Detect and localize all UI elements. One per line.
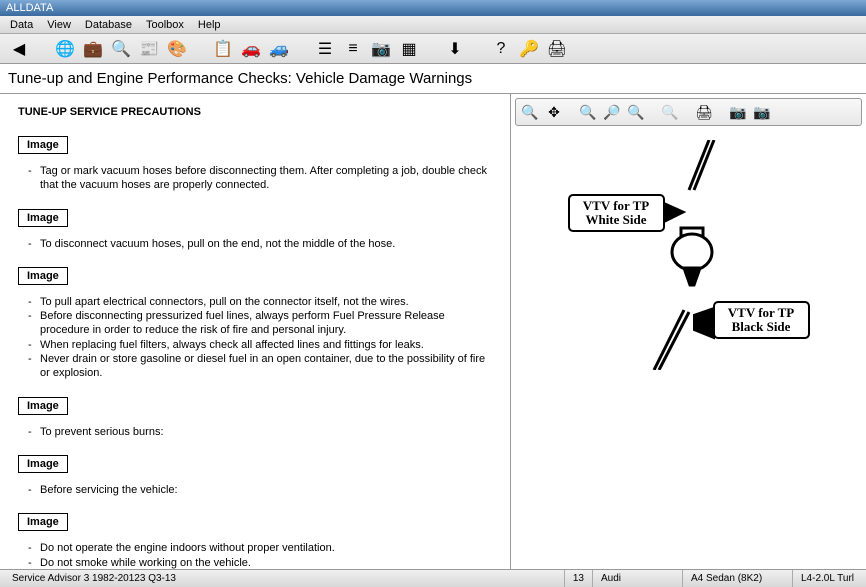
list-item: Do not smoke while working on the vehicl… [28,556,492,569]
image-button-3[interactable]: Image [18,267,68,285]
print-image-icon[interactable]: 🖨 [694,102,714,122]
list-item: Before disconnecting pressurized fuel li… [28,309,492,338]
globe-icon[interactable]: 🌐 [54,38,76,60]
content-panel: TUNE-UP SERVICE PRECAUTIONS Image Tag or… [0,94,511,569]
list-item: When replacing fuel filters, always chec… [28,338,492,352]
camera1-icon[interactable]: 📷 [728,102,748,122]
paint-icon[interactable]: 🎨 [166,38,188,60]
key-icon[interactable]: 🔑 [518,38,540,60]
lines-icon[interactable]: ≡ [342,38,364,60]
list-item: Do not operate the engine indoors withou… [28,541,492,555]
menu-bar: Data View Database Toolbox Help [0,16,866,34]
image-button-2[interactable]: Image [18,209,68,227]
menu-data[interactable]: Data [4,18,39,32]
list-item: To disconnect vacuum hoses, pull on the … [28,237,492,251]
zoom-tool-icon[interactable]: 🔍 [578,102,598,122]
vtv-diagram: VTV for TPWhite Side VTV for TPBlack Sid… [559,140,819,370]
image-button-6[interactable]: Image [18,513,68,531]
list-item: To pull apart electrical connectors, pul… [28,295,492,309]
zoom-area-icon[interactable]: 🔎 [602,102,622,122]
image-panel: 🔍 ✥ 🔍 🔎 🔍 🔍 🖨 📷 📷 [511,94,866,569]
status-version: Service Advisor 3 1982-20123 Q3-13 [4,570,184,587]
back-icon[interactable]: ◀ [8,38,30,60]
new-car-icon[interactable]: 🚗 [240,38,262,60]
diagram-label-bottom: VTV for TPBlack Side [727,305,794,334]
status-bar: Service Advisor 3 1982-20123 Q3-13 13 Au… [0,569,866,587]
list-item: To prevent serious burns: [28,425,492,439]
list-icon[interactable]: ☰ [314,38,336,60]
camera-icon[interactable]: 📷 [370,38,392,60]
heading-text: Tune-up and Engine Performance Checks: V… [8,70,472,87]
status-model: A4 Sedan (8K2) [682,570,792,587]
menu-help[interactable]: Help [192,18,227,32]
status-engine: L4-2.0L Turl [792,570,862,587]
help-icon[interactable]: ? [490,38,512,60]
menu-view[interactable]: View [41,18,77,32]
status-page: 13 [564,570,592,587]
zoom-in-icon[interactable]: 🔍 [520,102,540,122]
image-button-4[interactable]: Image [18,397,68,415]
image-toolbar: 🔍 ✥ 🔍 🔎 🔍 🔍 🖨 📷 📷 [515,98,862,126]
window-titlebar: ALLDATA [0,0,866,16]
camera2-icon[interactable]: 📷 [752,102,772,122]
clipboard-icon[interactable]: 📋 [212,38,234,60]
diagram-area: VTV for TPWhite Side VTV for TPBlack Sid… [511,130,866,569]
page-heading: Tune-up and Engine Performance Checks: V… [0,64,866,94]
download-icon[interactable]: ⬇ [444,38,466,60]
main-toolbar: ◀ 🌐 💼 🔍 📰 🎨 📋 🚗 🚙 ☰ ≡ 📷 ▦ ⬇ ? 🔑 🖨 [0,34,866,64]
car-icon[interactable]: 🚙 [268,38,290,60]
image-button-1[interactable]: Image [18,136,68,154]
status-make: Audi [592,570,682,587]
menu-toolbox[interactable]: Toolbox [140,18,190,32]
image-button-5[interactable]: Image [18,455,68,473]
content-title: TUNE-UP SERVICE PRECAUTIONS [18,106,492,118]
new-icon[interactable]: 📰 [138,38,160,60]
briefcase-icon[interactable]: 💼 [82,38,104,60]
list-item: Never drain or store gasoline or diesel … [28,352,492,381]
zoom-reset-icon[interactable]: 🔍 [626,102,646,122]
grid-icon[interactable]: ▦ [398,38,420,60]
print-icon[interactable]: 🖨 [546,38,568,60]
list-item: Tag or mark vacuum hoses before disconne… [28,164,492,193]
list-item: Before servicing the vehicle: [28,483,492,497]
zoom-out-icon: 🔍 [660,102,680,122]
diagram-label-top: VTV for TPWhite Side [582,198,649,227]
fit-icon[interactable]: ✥ [544,102,564,122]
menu-database[interactable]: Database [79,18,138,32]
window-title: ALLDATA [6,2,53,14]
search-icon[interactable]: 🔍 [110,38,132,60]
